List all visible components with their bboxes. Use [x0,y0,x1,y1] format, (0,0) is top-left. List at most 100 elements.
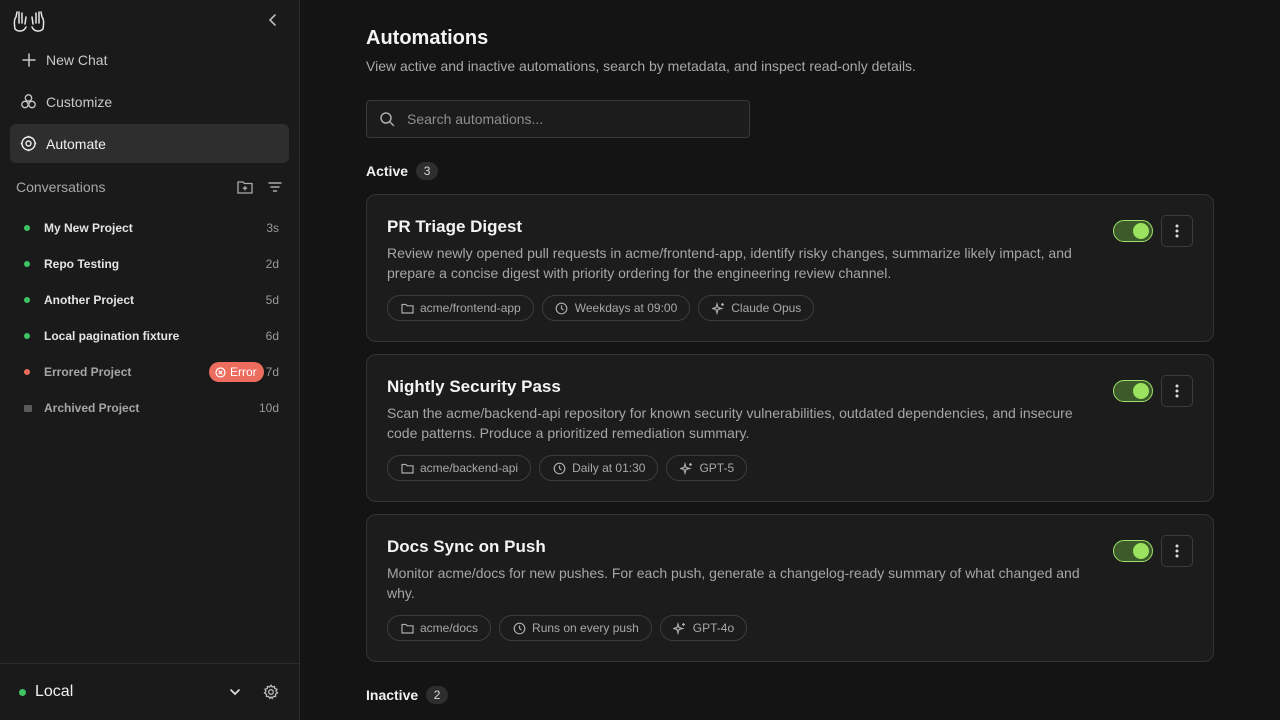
collapse-sidebar-icon[interactable] [265,12,281,28]
search-bar[interactable] [366,100,750,138]
error-badge-label: Error [229,365,257,379]
automation-description: Review newly opened pull requests in acm… [387,245,1072,281]
folder-icon [400,301,414,315]
conversation-time: 3s [266,221,279,235]
enable-toggle[interactable] [1113,540,1153,562]
model-chip: GPT-4o [659,615,748,641]
conversation-time: 5d [265,293,279,307]
active-count-badge: 3 [416,162,439,180]
schedule-chip: Weekdays at 09:00 [541,295,691,321]
inactive-count-badge: 2 [426,686,449,704]
nav-label: New Chat [46,51,108,68]
automation-title: Nightly Security Pass [387,377,561,396]
section-label: Inactive [366,687,419,703]
repo-chip: acme/backend-api [387,455,532,481]
automation-metadata: acme/frontend-app Weekdays at 09:00 Clau… [387,295,815,321]
status-dot [24,225,30,231]
conversation-title: Archived Project [44,401,140,415]
schedule-chip: Runs on every push [499,615,652,641]
customize-icon [20,93,37,110]
logo-hands-icon[interactable] [12,9,46,33]
error-badge: Error [208,362,264,382]
gear-icon[interactable] [263,684,279,700]
automation-description: Monitor acme/docs for new pushes. For ea… [387,565,1080,601]
sidebar: New Chat Customize Automate Conversation… [0,0,300,720]
schedule-chip: Daily at 01:30 [539,455,659,481]
conversation-title: Local pagination fixture [44,329,180,343]
sparkle-icon [711,301,725,315]
sparkle-icon [673,621,687,635]
sidebar-header [0,0,299,40]
error-circle-icon [215,366,226,378]
status-dot [24,333,30,339]
conversation-title: Errored Project [44,365,132,379]
automation-description: Scan the acme/backend-api repository for… [387,405,1073,441]
automation-metadata: acme/backend-api Daily at 01:30 GPT-5 [387,455,748,481]
kebab-menu-icon [1175,224,1179,238]
folder-icon [400,461,414,475]
section-label: Active [366,163,409,179]
repo-chip: acme/docs [387,615,492,641]
clock-icon [555,301,569,315]
automation-card[interactable]: Nightly Security Pass Scan the acme/back… [366,354,1214,502]
enable-toggle[interactable] [1113,380,1153,402]
sparkle-icon [679,461,693,475]
plus-icon [20,51,37,68]
automate-button[interactable]: Automate [10,124,289,163]
clock-icon [512,621,526,635]
conversation-item[interactable]: Repo Testing 2d [10,249,289,279]
new-folder-icon[interactable] [236,178,254,196]
search-icon [379,111,395,127]
model-label: Claude Opus [731,301,802,315]
repo-label: acme/docs [420,621,479,635]
toggle-knob [1133,223,1149,239]
new-chat-button[interactable]: New Chat [10,40,289,79]
enable-toggle[interactable] [1113,220,1153,242]
conversations-header: Conversations [16,176,284,198]
archive-icon [24,404,32,412]
toggle-knob [1133,543,1149,559]
nav-label: Customize [46,93,113,110]
sidebar-footer: Local [0,663,299,720]
conversations-label: Conversations [16,179,106,195]
customize-button[interactable]: Customize [10,82,289,121]
automation-title: PR Triage Digest [387,217,523,236]
nav-label: Automate [46,135,106,152]
conversation-time: 2d [265,257,279,271]
conversation-item[interactable]: Local pagination fixture 6d [10,321,289,351]
model-chip: GPT-5 [666,455,748,481]
repo-chip: acme/frontend-app [387,295,534,321]
conversation-time: 7d [265,365,279,379]
conversation-time: 6d [265,329,279,343]
status-dot [24,261,30,267]
status-dot [24,369,30,375]
model-label: GPT-4o [692,621,735,635]
schedule-label: Weekdays at 09:00 [574,301,678,315]
inactive-section-header: Inactive 2 [366,686,449,704]
environment-label: Local [35,683,74,700]
filter-icon[interactable] [266,178,284,196]
chevron-down-icon[interactable] [227,684,243,700]
kebab-menu-icon [1175,384,1179,398]
schedule-label: Daily at 01:30 [572,461,646,475]
status-dot [24,297,30,303]
conversation-item[interactable]: My New Project 3s [10,213,289,243]
repo-label: acme/backend-api [420,461,519,475]
more-options-button[interactable] [1161,215,1193,247]
schedule-label: Runs on every push [532,621,639,635]
more-options-button[interactable] [1161,375,1193,407]
clock-icon [552,461,566,475]
conversation-item[interactable]: Archived Project 10d [10,393,289,423]
automation-title: Docs Sync on Push [387,537,546,556]
page-title: Automations [366,27,489,49]
conversation-title: Another Project [44,293,135,307]
automation-card[interactable]: Docs Sync on Push Monitor acme/docs for … [366,514,1214,662]
conversation-item[interactable]: Errored Project Error 7d [10,357,289,387]
model-chip: Claude Opus [698,295,815,321]
folder-icon [400,621,414,635]
search-input[interactable] [407,111,727,127]
automation-card[interactable]: PR Triage Digest Review newly opened pul… [366,194,1214,342]
more-options-button[interactable] [1161,535,1193,567]
kebab-menu-icon [1175,544,1179,558]
conversation-item[interactable]: Another Project 5d [10,285,289,315]
